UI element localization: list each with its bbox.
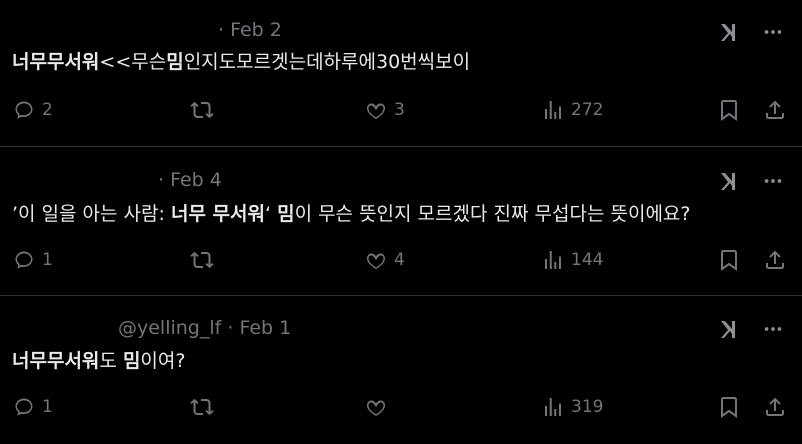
more-icon[interactable] <box>762 318 784 344</box>
views-button[interactable]: 319 <box>541 395 603 419</box>
heart-icon <box>367 253 385 269</box>
grok-icon[interactable] <box>718 20 742 48</box>
text-part: ‘ <box>264 203 278 225</box>
views-icon <box>545 251 561 269</box>
text-part: 밈 <box>166 51 184 73</box>
like-button[interactable]: 4 <box>364 248 405 272</box>
views-button[interactable]: 272 <box>541 98 603 122</box>
reply-icon <box>15 398 33 416</box>
retweet-icon <box>190 398 214 416</box>
tweet-2[interactable]: · Feb 4 ’이 일을 아는 사람: 너무 무서워‘ 밈이 무슨 뜻인지 모… <box>0 147 802 295</box>
text-part: 너무 무서워 <box>170 203 265 225</box>
reply-button[interactable]: 2 <box>12 98 53 122</box>
share-icon <box>766 250 784 269</box>
reply-count: 1 <box>42 397 53 417</box>
text-part: 너무무서워 <box>12 350 100 372</box>
retweet-icon <box>190 251 214 269</box>
tweet-text: 너무무서워도 밈이여? <box>12 348 782 374</box>
tweet-text: 너무무서워<<무슨밈인지도모르겟는데하루에30번씩보이 <box>12 49 782 75</box>
like-count: 4 <box>394 250 405 270</box>
text-part: 도 <box>99 350 123 372</box>
heart-icon <box>367 400 385 416</box>
more-icon[interactable] <box>762 21 784 47</box>
share-button[interactable] <box>763 248 787 272</box>
text-part: <<무슨 <box>99 51 167 73</box>
share-icon <box>766 397 784 416</box>
text-part: 인지도모르겟는데하루에30번씩보이 <box>183 51 471 73</box>
retweet-button[interactable] <box>190 248 220 272</box>
text-part: 너무무서워 <box>12 51 100 73</box>
tweet-meta: · Feb 2 <box>218 19 282 41</box>
heart-icon <box>367 103 385 119</box>
more-icon[interactable] <box>762 170 784 196</box>
share-button[interactable] <box>763 395 787 419</box>
grok-icon[interactable] <box>718 169 742 197</box>
bookmark-button[interactable] <box>717 98 741 122</box>
tweet-1[interactable]: · Feb 2 너무무서워<<무슨밈인지도모르겟는데하루에30번씩보이 2 3 … <box>0 0 802 148</box>
views-count: 319 <box>571 397 604 417</box>
bookmark-button[interactable] <box>717 248 741 272</box>
tweet-meta: @yelling_lf · Feb 1 <box>118 317 292 339</box>
tweet-3[interactable]: @yelling_lf · Feb 1 너무무서워도 밈이여? 1 319 <box>0 296 802 444</box>
views-button[interactable]: 144 <box>541 248 603 272</box>
bookmark-icon <box>721 100 737 121</box>
reply-button[interactable]: 1 <box>12 395 53 419</box>
reply-count: 1 <box>42 250 53 270</box>
share-button[interactable] <box>763 98 787 122</box>
like-button[interactable]: 3 <box>364 98 405 122</box>
bookmark-icon <box>721 250 737 271</box>
text-part: 이여? <box>140 350 186 372</box>
views-count: 144 <box>571 250 604 270</box>
retweet-icon <box>190 101 214 119</box>
reply-icon <box>15 101 33 119</box>
tweet-meta: · Feb 4 <box>158 169 222 191</box>
retweet-button[interactable] <box>190 98 220 122</box>
views-count: 272 <box>571 100 604 120</box>
grok-icon[interactable] <box>718 317 742 345</box>
reply-icon <box>15 251 33 269</box>
share-icon <box>766 100 784 119</box>
like-count: 3 <box>394 100 405 120</box>
reply-button[interactable]: 1 <box>12 248 53 272</box>
views-icon <box>545 101 561 119</box>
text-part: 이 무슨 뜻인지 모르겠다 진짜 무섭다는 뜻이에요? <box>294 203 691 225</box>
tweet-text: ’이 일을 아는 사람: 너무 무서워‘ 밈이 무슨 뜻인지 모르겠다 진짜 무… <box>12 201 782 227</box>
bookmark-button[interactable] <box>717 395 741 419</box>
retweet-button[interactable] <box>190 395 220 419</box>
reply-count: 2 <box>42 100 53 120</box>
views-icon <box>545 398 561 416</box>
text-part: 밈 <box>277 203 295 225</box>
text-part: 밈 <box>122 350 141 372</box>
like-button[interactable] <box>364 395 394 419</box>
text-part: ’이 일을 아는 사람: <box>12 203 171 225</box>
bookmark-icon <box>721 397 737 418</box>
